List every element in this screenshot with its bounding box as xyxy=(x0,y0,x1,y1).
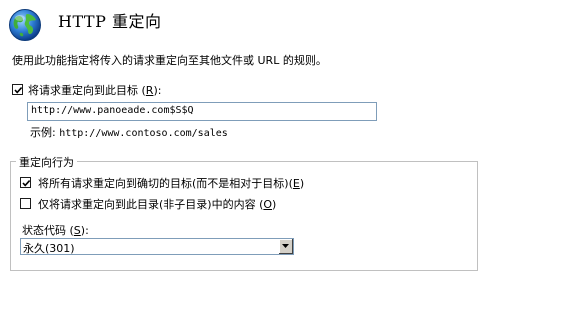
exact-destination-label[interactable]: 将所有请求重定向到确切的目标(而不是相对于目标)(E) xyxy=(38,175,304,191)
redirect-label-suffix: ): xyxy=(153,84,162,97)
status-code-suffix: ): xyxy=(80,224,89,237)
only-this-directory-label[interactable]: 仅将请求重定向到此目录(非子目录)中的内容 (O) xyxy=(38,196,276,212)
redirect-requests-label[interactable]: 将请求重定向到此目标 (R): xyxy=(28,82,161,98)
example-label: 示例: xyxy=(30,126,60,139)
http-redirect-page: HTTP 重定向 使用此功能指定将传入的请求重定向至其他文件或 URL 的规则。… xyxy=(0,0,575,328)
globe-icon xyxy=(8,8,42,42)
exact-destination-checkbox[interactable] xyxy=(20,177,31,188)
redirect-behavior-title: 重定向行为 xyxy=(16,154,77,170)
only-this-directory-suffix: ) xyxy=(272,198,277,211)
dropdown-button[interactable] xyxy=(278,239,293,254)
chevron-down-icon xyxy=(282,244,289,248)
exact-destination-suffix: ) xyxy=(299,177,305,190)
page-title: HTTP 重定向 xyxy=(58,12,162,31)
redirect-target-input[interactable]: http://www.panoeade.com$S$Q xyxy=(27,102,377,121)
status-code-select[interactable]: 永久(301) xyxy=(20,238,294,255)
redirect-label-text: 将请求重定向到此目标 ( xyxy=(28,84,146,97)
redirect-requests-checkbox[interactable] xyxy=(12,84,23,95)
page-description: 使用此功能指定将传入的请求重定向至其他文件或 URL 的规则。 xyxy=(12,54,327,67)
exact-destination-accesskey: E xyxy=(292,177,300,190)
example-url: http://www.contoso.com/sales xyxy=(59,128,228,139)
only-this-directory-accesskey: O xyxy=(263,198,273,211)
exact-destination-text: 将所有请求重定向到确切的目标(而不是相对于目标)( xyxy=(38,177,293,190)
only-this-directory-text: 仅将请求重定向到此目录(非子目录)中的内容 ( xyxy=(38,198,264,211)
status-code-label: 状态代码 (S): xyxy=(22,222,89,238)
example-hint: 示例: http://www.contoso.com/sales xyxy=(30,124,228,140)
checkmark-icon xyxy=(22,180,31,187)
status-code-value: 永久(301) xyxy=(23,242,75,255)
status-code-accesskey: S xyxy=(73,224,81,237)
checkmark-icon xyxy=(14,87,23,94)
status-code-text: 状态代码 ( xyxy=(22,224,74,237)
only-this-directory-checkbox[interactable] xyxy=(20,198,31,209)
